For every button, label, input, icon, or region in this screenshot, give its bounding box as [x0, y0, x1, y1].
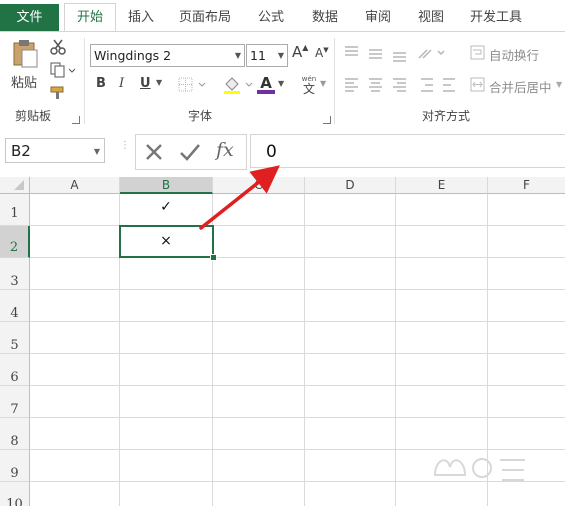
font-name-value: Wingdings 2 [94, 48, 172, 63]
tab-review[interactable]: 审阅 [355, 4, 401, 31]
row-header-6[interactable]: 6 [0, 354, 30, 386]
tab-view[interactable]: 视图 [408, 4, 454, 31]
gridline [30, 289, 565, 290]
ribbon: 粘贴 剪贴板 Wingdings 2 ▼ 11 ▼ A▲ A▼ B I U ▼ [0, 31, 565, 127]
vertical-align-icons[interactable] [343, 44, 453, 62]
clipboard-icon [13, 40, 38, 68]
row-header-8[interactable]: 8 [0, 418, 30, 450]
insert-function-button[interactable]: fx [216, 139, 234, 161]
font-group-label: 字体 [188, 109, 213, 123]
copy-icon[interactable] [50, 62, 76, 78]
shrink-font-icon: A [315, 46, 324, 60]
row-header-9[interactable]: 9 [0, 450, 30, 482]
chevron-down-icon: ▼ [93, 147, 100, 156]
font-name-combo[interactable]: Wingdings 2 ▼ [90, 44, 245, 67]
horizontal-align-icons[interactable] [343, 76, 463, 94]
clipboard-group-label: 剪贴板 [15, 109, 52, 123]
column-header-a[interactable]: A [30, 177, 120, 194]
column-header-e[interactable]: E [396, 177, 488, 194]
chevron-down-icon: ▼ [277, 51, 284, 60]
group-divider [84, 38, 85, 124]
fill-color-icon[interactable] [223, 76, 255, 94]
font-size-combo[interactable]: 11 ▼ [246, 44, 288, 67]
watermark-logo-icon [433, 458, 525, 481]
enter-check-icon[interactable] [179, 142, 201, 162]
select-all-corner[interactable] [0, 177, 30, 194]
tab-page-layout[interactable]: 页面布局 [172, 4, 238, 31]
fill-handle[interactable] [210, 254, 217, 261]
chevron-down-icon[interactable]: ▼ [556, 80, 562, 89]
clipboard-launcher-icon[interactable] [72, 116, 80, 124]
tab-file[interactable]: 文件 [0, 4, 59, 31]
grow-font-button[interactable]: A▲ [292, 43, 308, 61]
group-divider [334, 38, 335, 124]
tab-data[interactable]: 数据 [302, 4, 348, 31]
gridline [30, 353, 565, 354]
underline-button[interactable]: U [140, 76, 151, 91]
cancel-icon[interactable] [144, 142, 164, 162]
font-size-value: 11 [250, 48, 266, 63]
chevron-down-icon[interactable]: ▼ [278, 79, 284, 88]
merge-center-button[interactable]: 合并后居中 [489, 77, 552, 96]
wrap-text-button[interactable]: 自动换行 [489, 45, 539, 64]
gridline [30, 417, 565, 418]
tab-insert[interactable]: 插入 [117, 4, 165, 31]
formula-bar-grip-icon[interactable]: ⋮ [120, 141, 130, 159]
chevron-down-icon[interactable]: ▼ [156, 78, 162, 87]
gridline [304, 194, 305, 506]
italic-button[interactable]: I [119, 76, 124, 91]
row-header-1[interactable]: 1 [0, 194, 30, 226]
gridline [395, 194, 396, 506]
wrap-text-icon[interactable] [470, 45, 486, 61]
phonetic-char: 文 [302, 82, 315, 96]
merge-center-icon[interactable] [470, 77, 486, 93]
font-color-button[interactable]: A [257, 74, 275, 94]
paste-button[interactable]: 粘贴 [8, 36, 42, 92]
gridline [30, 225, 565, 226]
phonetic-button[interactable]: wén 文 [300, 75, 318, 95]
gridline [30, 257, 565, 258]
row-header-2[interactable]: 2 [0, 226, 30, 258]
chevron-down-icon: ▼ [234, 51, 241, 60]
ribbon-tab-bar: 文件 开始 插入 页面布局 公式 数据 审阅 视图 开发工具 [0, 0, 565, 32]
annotation-arrow-icon [199, 165, 280, 230]
name-box[interactable]: B2 ▼ [5, 138, 105, 163]
borders-icon[interactable] [178, 77, 208, 93]
formula-input[interactable]: 0 [250, 134, 565, 168]
tab-developer[interactable]: 开发工具 [463, 4, 529, 31]
shrink-font-button[interactable]: A▼ [315, 46, 329, 60]
bold-button[interactable]: B [96, 76, 106, 91]
row-header-3[interactable]: 3 [0, 258, 30, 290]
column-header-f[interactable]: F [488, 177, 565, 194]
tab-home[interactable]: 开始 [64, 3, 116, 32]
cut-icon[interactable] [50, 39, 66, 55]
chevron-down-icon[interactable]: ▼ [320, 79, 326, 88]
row-header-7[interactable]: 7 [0, 386, 30, 418]
name-box-value: B2 [11, 142, 31, 160]
row-header-4[interactable]: 4 [0, 290, 30, 322]
font-launcher-icon[interactable] [323, 116, 331, 124]
gridline [30, 385, 565, 386]
format-painter-icon[interactable] [50, 86, 66, 100]
column-header-d[interactable]: D [305, 177, 396, 194]
grow-font-icon: A [292, 43, 303, 61]
paste-label: 粘贴 [11, 76, 38, 91]
select-all-triangle-icon [14, 180, 24, 190]
gridline [30, 321, 565, 322]
tab-formulas[interactable]: 公式 [248, 4, 294, 31]
row-header-10[interactable]: 10 [0, 482, 30, 506]
alignment-group-label: 对齐方式 [422, 109, 471, 123]
row-header-5[interactable]: 5 [0, 322, 30, 354]
